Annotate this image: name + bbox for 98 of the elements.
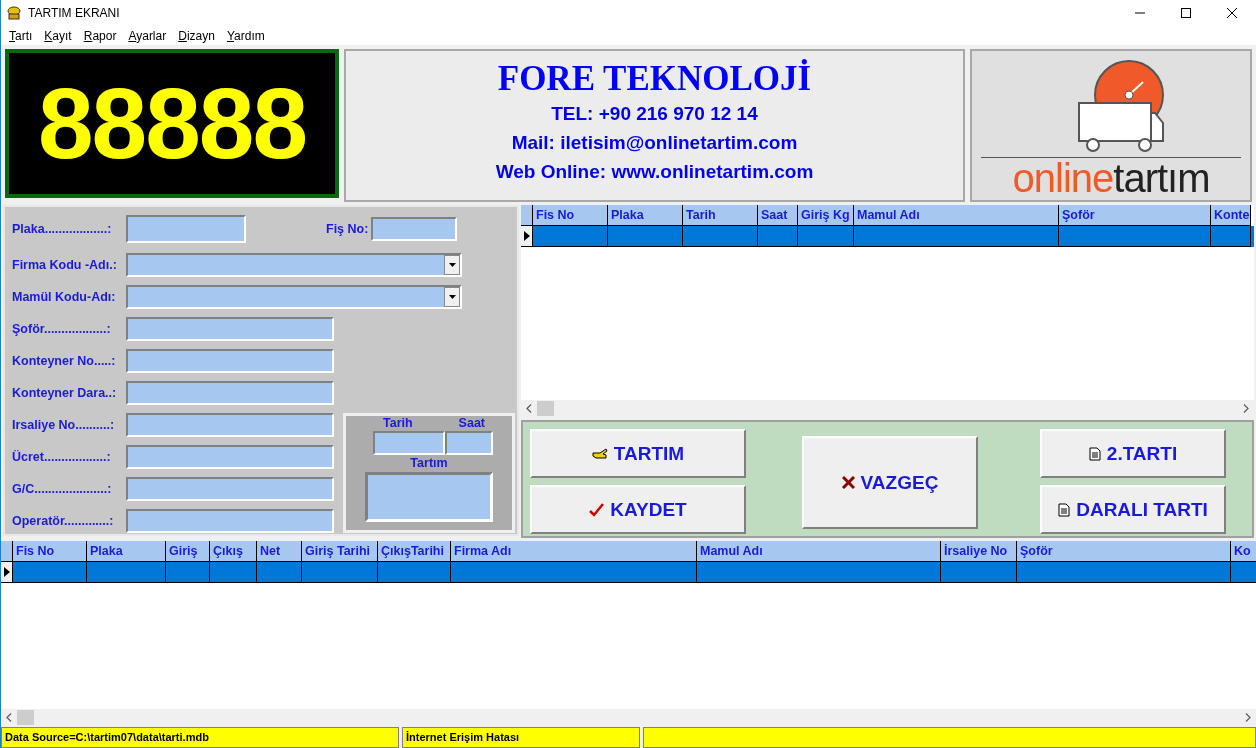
field-label: Konteyner Dara..: <box>12 386 118 400</box>
time-field[interactable] <box>445 431 493 455</box>
company-name: FORE TEKNOLOJİ <box>497 59 812 99</box>
column-header[interactable]: Konte <box>1211 205 1251 226</box>
column-header[interactable]: Net <box>257 541 302 562</box>
table-cell <box>210 562 257 583</box>
row-pointer-icon <box>3 567 10 577</box>
scrollbar-thumb[interactable] <box>17 710 34 725</box>
column-header[interactable]: Mamul Adı <box>697 541 941 562</box>
status-panel: Data Source=C:\tartim07\data\tarti.mdb <box>1 727 399 748</box>
column-header[interactable]: Plaka <box>87 541 166 562</box>
weight-display: 88888 <box>5 49 339 198</box>
status-panel: İnternet Erişim Hatası <box>402 727 640 748</box>
save-button[interactable]: KAYDET <box>530 485 746 534</box>
field-label: Operatör.............: <box>12 514 115 528</box>
table-cell <box>798 226 854 247</box>
grid-corner-cell <box>1 541 13 562</box>
column-header[interactable]: Giriş Tarihi <box>302 541 378 562</box>
input-field[interactable] <box>126 509 334 533</box>
date-field[interactable] <box>373 431 445 455</box>
column-header[interactable]: Fis No <box>533 205 608 226</box>
scale-app-icon <box>6 5 22 21</box>
hand-icon <box>591 446 608 461</box>
field-label: Ücret..................: <box>12 450 112 464</box>
column-header[interactable]: Saat <box>758 205 798 226</box>
field-label: Irsaliye No..........: <box>12 418 116 432</box>
column-header[interactable]: Firma Adı <box>451 541 697 562</box>
field-label: Firma Kodu -Adı.: <box>12 258 118 272</box>
maximize-icon[interactable] <box>1180 7 1192 19</box>
table-cell <box>166 562 210 583</box>
field-label: G/C.....................: <box>12 482 113 496</box>
menu-item[interactable]: Dizayn <box>172 28 221 43</box>
document-icon <box>1058 502 1071 517</box>
scroll-right-icon[interactable] <box>1245 713 1251 722</box>
weigh-button[interactable]: TARTIM <box>530 429 746 478</box>
horizontal-scrollbar[interactable] <box>1 709 1256 726</box>
field-label: Şoför..................: <box>12 322 112 336</box>
input-field[interactable] <box>126 381 334 405</box>
input-field[interactable] <box>126 349 334 373</box>
input-field[interactable] <box>126 215 246 243</box>
field-label: Mamül Kodu-Adı: <box>12 290 117 304</box>
input-field[interactable] <box>126 413 334 437</box>
menu-item[interactable]: Yardım <box>220 28 271 43</box>
horizontal-scrollbar[interactable] <box>521 400 1254 417</box>
weight-field[interactable] <box>365 472 493 522</box>
table-cell <box>1211 226 1251 247</box>
column-header[interactable]: Giriş Kg <box>798 205 854 226</box>
column-header[interactable]: Şoför <box>1059 205 1211 226</box>
input-field[interactable] <box>126 477 334 501</box>
menu-item[interactable]: Kayıt <box>38 28 78 43</box>
column-header[interactable]: ÇıkışTarihi <box>378 541 451 562</box>
dropdown-field[interactable] <box>126 253 462 277</box>
window-title: TARTIM EKRANI <box>28 6 120 20</box>
field-label: Konteyner No.....: <box>12 354 117 368</box>
checkmark-icon <box>589 502 605 517</box>
scroll-right-icon[interactable] <box>1243 404 1249 413</box>
cancel-button[interactable]: VAZGEÇ <box>802 436 978 529</box>
column-header[interactable]: Mamul Adı <box>854 205 1059 226</box>
input-field[interactable] <box>126 445 334 469</box>
menu-item[interactable]: Tartı <box>3 28 39 43</box>
scrollbar-thumb[interactable] <box>537 401 554 416</box>
column-header[interactable]: Şoför <box>1017 541 1231 562</box>
close-icon[interactable] <box>1226 7 1238 19</box>
scroll-left-icon[interactable] <box>6 713 12 722</box>
logo-wordmark: onlinetartım <box>1012 158 1210 198</box>
column-header[interactable]: Ko <box>1231 541 1256 562</box>
row-pointer-icon <box>523 231 530 241</box>
field-label: Fiş No: <box>326 222 369 236</box>
doc-button[interactable]: DARALI TARTI <box>1040 485 1226 534</box>
column-header[interactable]: Giriş <box>166 541 210 562</box>
table-cell <box>257 562 302 583</box>
dropdown-arrow-icon <box>448 263 456 267</box>
grid-row[interactable] <box>521 226 1254 247</box>
company-phone: TEL: +90 216 970 12 14 <box>551 102 758 126</box>
dropdown-field[interactable] <box>126 285 462 309</box>
menu-item[interactable]: Ayarlar <box>122 28 173 43</box>
table-cell <box>758 226 798 247</box>
grid-row[interactable] <box>1 562 1256 583</box>
column-header[interactable]: Çıkış <box>210 541 257 562</box>
column-header[interactable]: Plaka <box>608 205 683 226</box>
menu-item[interactable]: Rapor <box>77 28 123 43</box>
document-icon <box>1088 446 1101 461</box>
field-label: Plaka..................: <box>12 222 113 236</box>
column-header[interactable]: Fis No <box>13 541 87 562</box>
company-web: Web Online: www.onlinetartim.com <box>495 160 814 184</box>
scroll-left-icon[interactable] <box>526 404 532 413</box>
dropdown-arrow-icon <box>448 295 456 299</box>
input-field[interactable] <box>126 317 334 341</box>
column-header[interactable]: Tarih <box>683 205 758 226</box>
input-field[interactable] <box>371 217 458 241</box>
field-label: Tarih <box>382 416 413 430</box>
x-mark-icon <box>841 476 855 489</box>
grid-corner-cell <box>521 205 533 226</box>
field-label: Tartım <box>410 456 448 470</box>
company-mail: Mail: iletisim@onlinetartim.com <box>511 131 798 155</box>
column-header[interactable]: İrsaliye No <box>941 541 1017 562</box>
field-label: Saat <box>458 416 485 430</box>
doc-button[interactable]: 2.TARTI <box>1040 429 1226 478</box>
